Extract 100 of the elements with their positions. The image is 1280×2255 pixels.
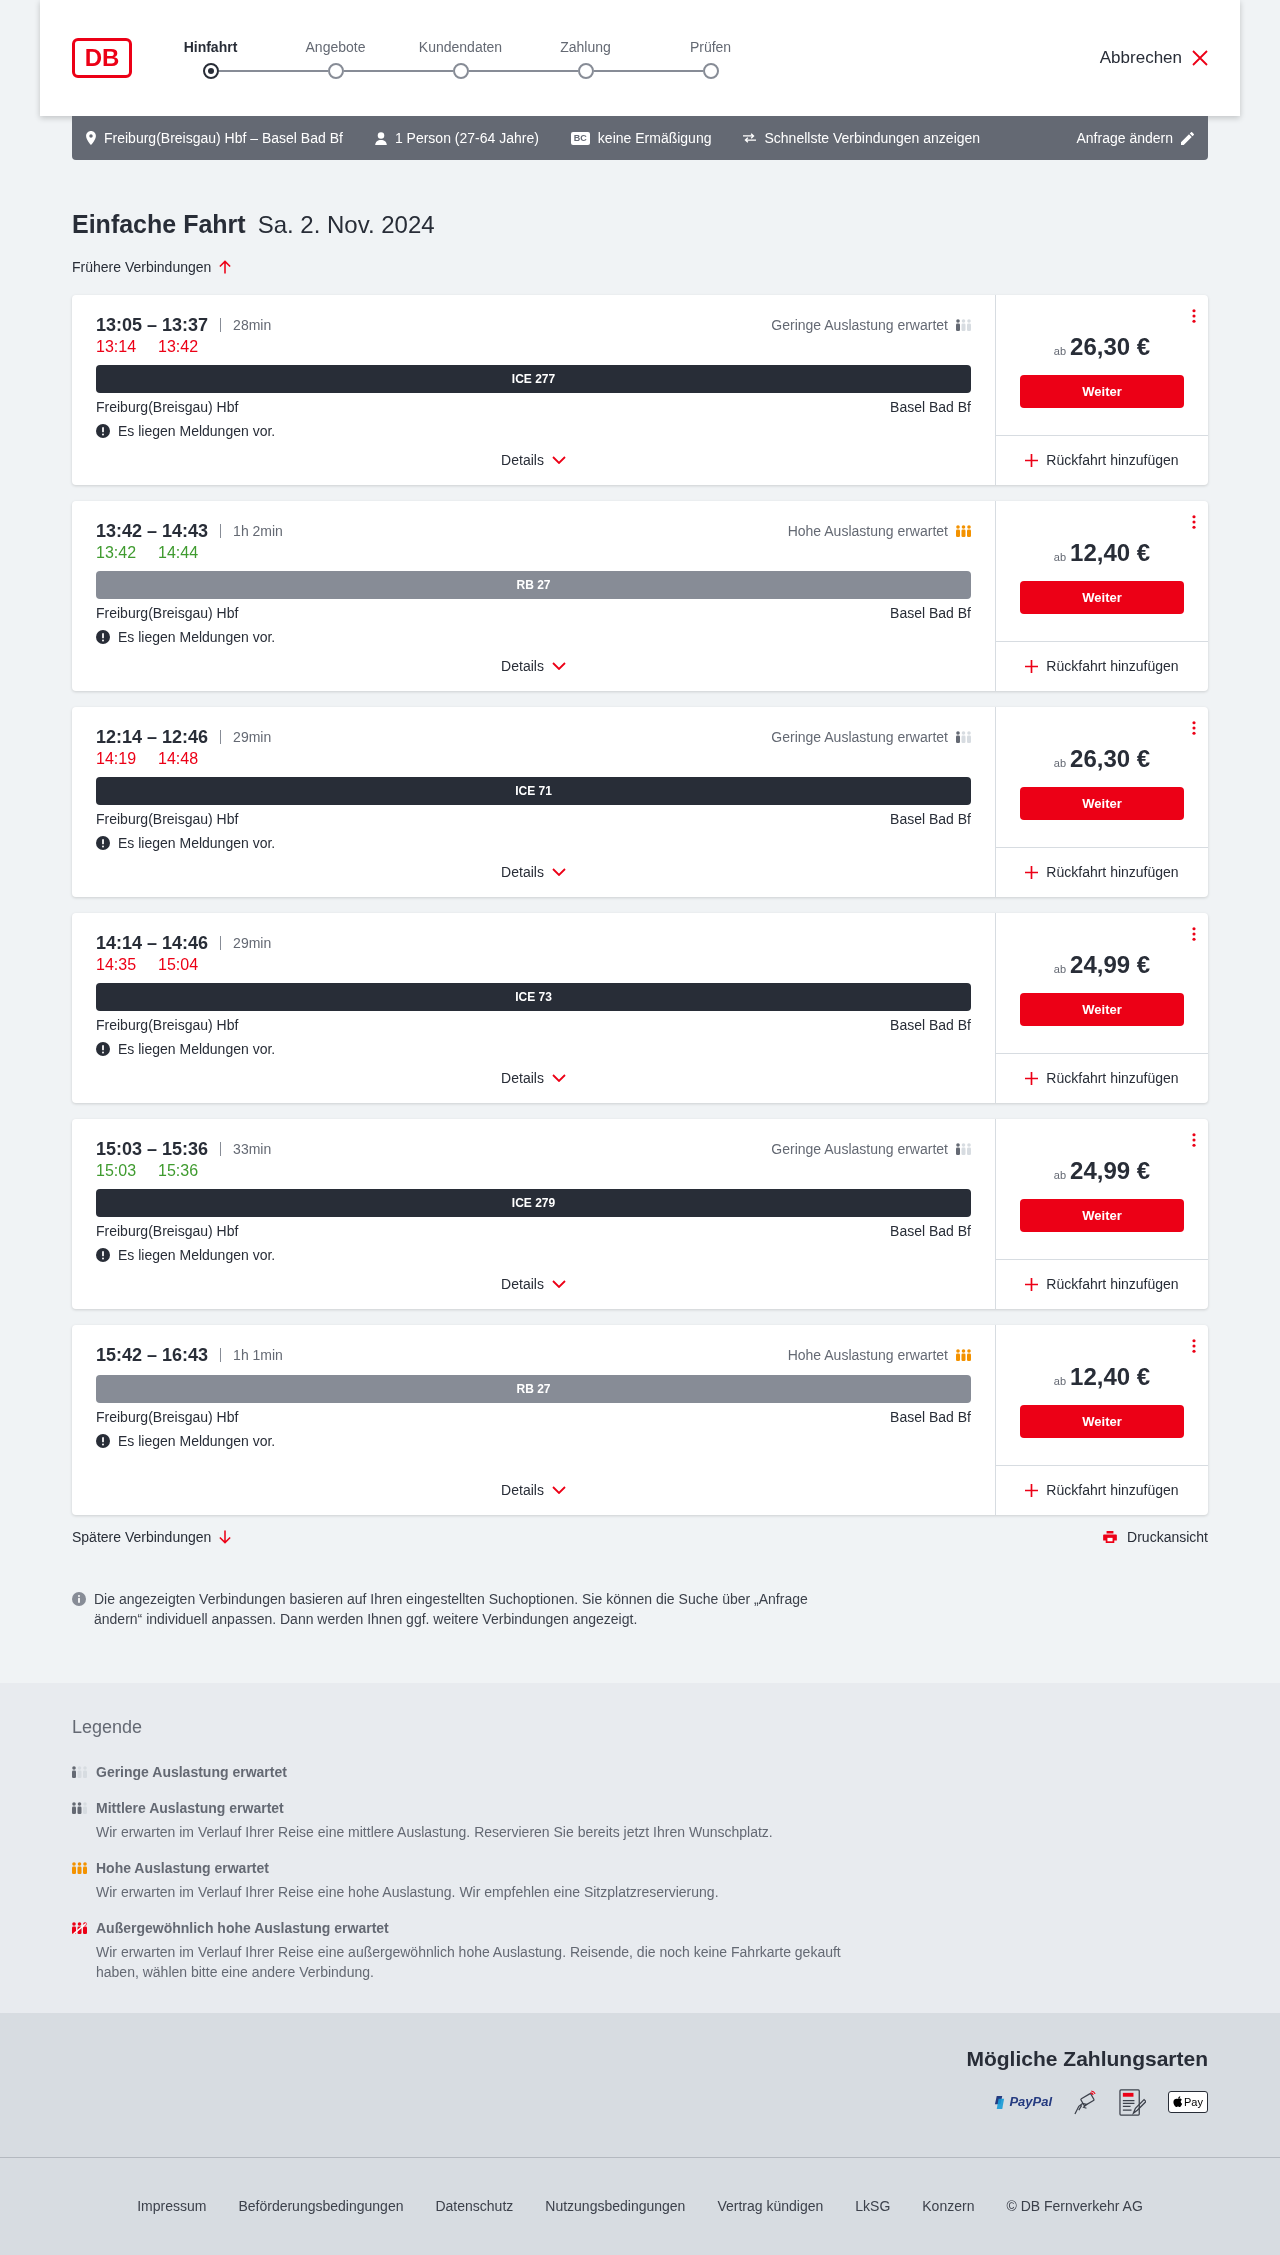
occupancy-label: Hohe Auslastung erwartet bbox=[787, 521, 948, 541]
legend-item-description: Wir erwarten im Verlauf Ihrer Reise eine mittlere Auslastung. Reservieren Sie bereits jetzt Ihren Wunschplatz. bbox=[96, 1823, 773, 1842]
discount-text: keine Ermäßigung bbox=[597, 128, 712, 148]
footer-link[interactable]: Konzern bbox=[922, 2196, 975, 2217]
logo[interactable]: DB bbox=[72, 38, 132, 78]
travel-times: 13:42 – 14:43 bbox=[96, 520, 209, 543]
more-options-icon[interactable] bbox=[1192, 309, 1196, 323]
step-label: Hinfahrt bbox=[183, 38, 238, 57]
continue-button[interactable]: Weiter bbox=[1020, 1199, 1184, 1232]
price-text: 12,40 € bbox=[1070, 1362, 1151, 1392]
destination-station: Basel Bad Bf bbox=[890, 809, 971, 829]
continue-button[interactable]: Weiter bbox=[1020, 375, 1184, 408]
legend-item-title: Mittlere Auslastung erwartet bbox=[96, 1799, 285, 1818]
train-line-bar: ICE 71 bbox=[96, 777, 971, 805]
legend-item-description: Wir erwarten im Verlauf Ihrer Reise eine außergewöhnlich hohe Auslastung. Reisende, die noch keine Fahrkarte gekauft haben, wählen bitte eine andere Verbindung. bbox=[96, 1943, 842, 1982]
more-options-icon[interactable] bbox=[1192, 1339, 1196, 1353]
step-label: Prüfen bbox=[689, 38, 732, 57]
realtime-departure: 13:42 bbox=[96, 543, 137, 563]
paypal-mark-icon bbox=[994, 2095, 1006, 2109]
occupancy-label: Hohe Auslastung erwartet bbox=[787, 1345, 948, 1365]
legend-item-title: Hohe Auslastung erwartet bbox=[96, 1859, 270, 1878]
notice-text: Es liegen Meldungen vor. bbox=[118, 627, 276, 647]
price-text: 26,30 € bbox=[1070, 332, 1151, 362]
close-icon bbox=[1192, 50, 1208, 66]
realtime-departure: 15:03 bbox=[96, 1161, 137, 1181]
later-connections-link[interactable]: Spätere Verbindungen bbox=[72, 1526, 232, 1548]
cancel-button[interactable]: Abbrechen bbox=[1099, 45, 1208, 71]
footer-link[interactable]: Beförderungsbedingungen bbox=[238, 2196, 404, 2217]
destination-station: Basel Bad Bf bbox=[890, 1221, 971, 1241]
legend-title: Legende bbox=[72, 1716, 144, 1739]
info-note: Die angezeigten Verbindungen basieren auf Ihren eingestellten Suchoptionen. Sie können die Suche über „Anfrage ändern“ individuell anpassen. Dann werden Ihnen ggf. weitere Verbindungen angezeigt. bbox=[94, 1590, 809, 1629]
price-prefix: ab bbox=[1053, 1168, 1067, 1183]
exclamation-circle-icon bbox=[96, 1248, 110, 1262]
continue-button[interactable]: Weiter bbox=[1020, 787, 1184, 820]
plus-icon bbox=[1025, 866, 1039, 879]
destination-station: Basel Bad Bf bbox=[890, 1015, 971, 1035]
add-return-button[interactable]: Rückfahrt hinzufügen bbox=[1025, 862, 1179, 883]
plus-icon bbox=[1025, 1072, 1039, 1085]
add-return-button[interactable]: Rückfahrt hinzufügen bbox=[1025, 450, 1179, 471]
occupancy-people-icon bbox=[956, 319, 971, 331]
chevron-down-icon bbox=[551, 868, 566, 876]
occupancy-label: Geringe Auslastung erwartet bbox=[771, 315, 948, 335]
legend-item-title: Außergewöhnlich hohe Auslastung erwartet bbox=[96, 1919, 390, 1938]
add-return-button[interactable]: Rückfahrt hinzufügen bbox=[1025, 1480, 1179, 1501]
edit-request-button[interactable]: Anfrage ändern bbox=[1076, 127, 1194, 149]
occupancy-people-icon bbox=[72, 1862, 87, 1874]
details-button[interactable]: Details bbox=[501, 656, 566, 676]
more-options-icon[interactable] bbox=[1192, 515, 1196, 529]
footer-link[interactable]: © DB Fernverkehr AG bbox=[1006, 2196, 1143, 2217]
footer-link[interactable]: Nutzungsbedingungen bbox=[545, 2196, 686, 2217]
footer-link[interactable]: Vertrag kündigen bbox=[717, 2196, 824, 2217]
route-text: Freiburg(Breisgau) Hbf – Basel Bad Bf bbox=[104, 128, 343, 148]
details-button[interactable]: Details bbox=[501, 862, 566, 882]
realtime-departure: 14:35 bbox=[96, 955, 137, 975]
continue-button[interactable]: Weiter bbox=[1020, 1405, 1184, 1438]
price-prefix: ab bbox=[1053, 344, 1067, 359]
details-button[interactable]: Details bbox=[501, 1480, 566, 1500]
realtime-arrival: 14:44 bbox=[158, 543, 199, 563]
exclamation-circle-icon bbox=[96, 836, 110, 850]
destination-station: Basel Bad Bf bbox=[890, 397, 971, 417]
more-options-icon[interactable] bbox=[1192, 1133, 1196, 1147]
price-prefix: ab bbox=[1053, 962, 1067, 977]
add-return-button[interactable]: Rückfahrt hinzufügen bbox=[1025, 1274, 1179, 1295]
plus-icon bbox=[1025, 1278, 1039, 1291]
details-button[interactable]: Details bbox=[501, 1274, 566, 1294]
continue-button[interactable]: Weiter bbox=[1020, 993, 1184, 1026]
print-view-link[interactable]: Druckansicht bbox=[1103, 1526, 1208, 1548]
chevron-down-icon bbox=[551, 1486, 566, 1494]
realtime-arrival: 15:36 bbox=[158, 1161, 199, 1181]
add-return-button[interactable]: Rückfahrt hinzufügen bbox=[1025, 656, 1179, 677]
add-return-button[interactable]: Rückfahrt hinzufügen bbox=[1025, 1068, 1179, 1089]
more-options-icon[interactable] bbox=[1192, 927, 1196, 941]
earlier-connections-link[interactable]: Frühere Verbindungen bbox=[72, 257, 232, 277]
plus-icon bbox=[1025, 454, 1039, 467]
trip-duration: 1h 2min bbox=[233, 521, 283, 541]
price-prefix: ab bbox=[1053, 756, 1067, 771]
arrow-down-icon bbox=[219, 1530, 232, 1544]
chevron-down-icon bbox=[551, 1280, 566, 1288]
occupancy-people-icon bbox=[956, 1143, 971, 1155]
footer-link[interactable]: Impressum bbox=[137, 2196, 207, 2217]
train-line-bar: RB 27 bbox=[96, 571, 971, 599]
pay-label: Pay bbox=[1184, 2094, 1203, 2110]
page-title: Einfache Fahrt bbox=[72, 209, 246, 240]
realtime-arrival: 13:42 bbox=[158, 337, 199, 357]
more-options-icon[interactable] bbox=[1192, 721, 1196, 735]
footer-link[interactable]: Datenschutz bbox=[435, 2196, 514, 2217]
chevron-down-icon bbox=[551, 1074, 566, 1082]
paypal-wordmark: PayPal bbox=[1009, 2093, 1053, 2112]
contactless-card-hand-icon bbox=[1074, 2089, 1098, 2115]
footer-link[interactable]: LkSG bbox=[855, 2196, 891, 2217]
train-line-bar: ICE 279 bbox=[96, 1189, 971, 1217]
destination-station: Basel Bad Bf bbox=[890, 603, 971, 623]
realtime-departure: 13:14 bbox=[96, 337, 137, 357]
origin-station: Freiburg(Breisgau) Hbf bbox=[96, 603, 239, 623]
details-button[interactable]: Details bbox=[501, 450, 566, 470]
person-icon bbox=[374, 131, 387, 145]
occupancy-people-icon bbox=[956, 731, 971, 743]
continue-button[interactable]: Weiter bbox=[1020, 581, 1184, 614]
origin-station: Freiburg(Breisgau) Hbf bbox=[96, 1221, 239, 1241]
details-button[interactable]: Details bbox=[501, 1068, 566, 1088]
